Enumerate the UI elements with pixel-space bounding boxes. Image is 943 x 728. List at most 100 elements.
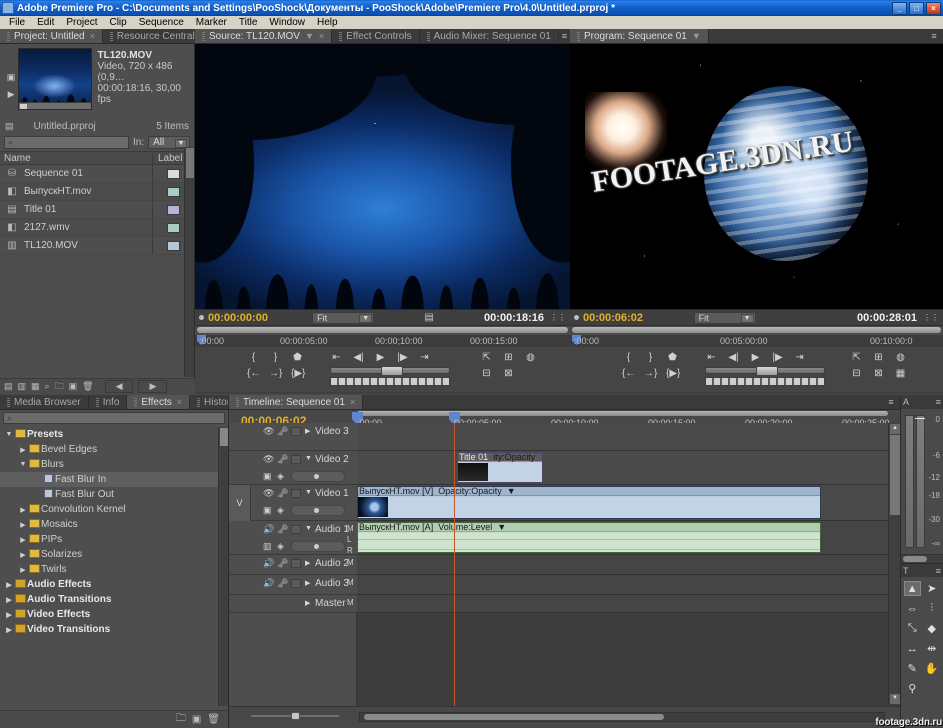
program-video-frame[interactable]: FOOTAGE.3DN.RU (570, 44, 943, 309)
export-frame-icon[interactable]: ⇱ (850, 351, 863, 364)
chevron-down-icon[interactable]: ▼ (497, 523, 506, 532)
tab-media-browser[interactable]: Media Browser (0, 395, 89, 409)
tab-grip-icon[interactable] (339, 31, 343, 41)
effects-search-input[interactable]: ⌕ (3, 412, 225, 424)
panel-menu-icon[interactable]: ≡ (936, 397, 941, 407)
track-clip-area[interactable]: Title 01 ity:Opacity ▼ ВыпускНТ.mov [V] Opac… (357, 423, 888, 706)
disclosure-triangle-icon[interactable]: ▼ (4, 431, 14, 438)
find-icon[interactable]: ⌕ (45, 381, 50, 392)
go-to-previous-edit-icon[interactable]: ⇤ (705, 351, 718, 364)
play-in-to-out-icon[interactable]: {▶} (291, 367, 305, 380)
source-zoom-select[interactable]: Fit ▼ (312, 311, 375, 324)
menu-item-clip[interactable]: Clip (103, 17, 132, 29)
effects-vertical-scrollbar[interactable] (218, 427, 228, 706)
add-keyframe-icon[interactable]: ◈ (277, 471, 284, 482)
tab-grip-icon[interactable] (134, 397, 138, 407)
shuttle-slider[interactable] (330, 366, 450, 376)
audio-meters-scrollbar[interactable] (901, 554, 943, 563)
insert-icon[interactable]: ⇱ (480, 351, 493, 364)
scrollbar-thumb[interactable] (890, 435, 900, 515)
track-header-video-2[interactable]: 👁 🗝 ▼ Video 2 ▣ ◈ (229, 451, 357, 485)
tab-timeline-sequence-01[interactable]: Timeline: Sequence 01 × (229, 395, 364, 409)
new-item-icon[interactable]: ▣ (69, 381, 78, 392)
program-scroll-ruler[interactable] (570, 325, 943, 335)
effects-tree-row[interactable]: ▶ Audio Transitions (0, 592, 218, 607)
tab-grip-icon[interactable] (109, 31, 113, 41)
go-to-next-edit-icon[interactable]: ⇥ (793, 351, 806, 364)
track-lock-box[interactable] (291, 427, 301, 436)
chevron-down-icon[interactable]: ▼ (692, 31, 701, 41)
nav-prev-button[interactable]: ◀ (104, 380, 134, 393)
timeline-vertical-scrollbar[interactable]: ▲ ▼ (888, 423, 900, 706)
effects-tree-row[interactable]: ▶ PIPs (0, 532, 218, 547)
clip-effect-name[interactable]: Opacity:Opacity (438, 487, 502, 496)
chevron-down-icon[interactable]: ▼ (740, 313, 754, 323)
zoom-icon[interactable]: ⚲ (904, 681, 921, 696)
disclosure-triangle-icon[interactable]: ▶ (4, 581, 14, 589)
program-zoom-select[interactable]: Fit ▼ (693, 311, 756, 324)
set-in-icon[interactable]: { (247, 351, 260, 364)
extract-icon[interactable]: ⊠ (872, 367, 885, 380)
source-video-frame[interactable] (195, 44, 570, 309)
track-lock-box[interactable] (291, 579, 301, 588)
disclosure-triangle-icon[interactable]: ▶ (18, 566, 28, 574)
clip-header[interactable]: Title 01 ity:Opacity ▼ (458, 453, 542, 462)
timeline-clip[interactable]: ВыпускНТ.mov [A] Volume:Level ▼ (357, 522, 821, 553)
chevron-down-icon[interactable]: ▼ (540, 453, 542, 462)
disclosure-triangle-icon[interactable]: ▶ (4, 596, 14, 604)
go-to-in-icon[interactable]: {← (247, 367, 260, 380)
project-item-row[interactable]: ◧ 2127.wmv (0, 219, 194, 237)
poster-frame-icon[interactable]: ▣ (7, 72, 16, 83)
go-to-next-marker-icon[interactable]: ⇥ (418, 351, 431, 364)
audio-master-meters-tab[interactable]: A ≡ (901, 395, 943, 409)
close-button[interactable]: × (926, 2, 941, 15)
target-track-indicator[interactable]: V (229, 485, 251, 521)
project-item-row[interactable]: ▥ TL120.MOV (0, 237, 194, 255)
show-keyframes-icon[interactable]: ▥ (263, 541, 272, 552)
add-marker-icon[interactable]: ⬟ (291, 351, 304, 364)
toggle-track-output-icon[interactable]: 👁 (263, 488, 274, 499)
set-in-icon[interactable]: { (622, 351, 635, 364)
play-in-to-out-icon[interactable]: {▶} (666, 367, 680, 380)
tab-effect-controls[interactable]: Effect Controls (332, 29, 420, 43)
scrollbar-thumb[interactable] (364, 714, 664, 720)
menu-item-edit[interactable]: Edit (31, 17, 60, 29)
multicam-icon[interactable]: ▦ (894, 367, 907, 380)
track-header-audio-1[interactable]: 🔊 🗝 ▼ Audio 1 ▥ ◈ M L R (229, 521, 357, 555)
add-marker-icon[interactable]: ⬟ (666, 351, 679, 364)
track-header-master[interactable]: ▶ Master M (229, 595, 357, 613)
track-lane-audio-3[interactable] (357, 575, 888, 595)
slip-icon[interactable]: ↔ (904, 641, 921, 656)
project-item-row[interactable]: ▤ Title 01 (0, 201, 194, 219)
panel-menu-icon[interactable]: ≡ (925, 29, 943, 43)
lift-icon[interactable]: ⊟ (480, 367, 493, 380)
freeform-icon[interactable]: ▦ (31, 381, 40, 392)
icon-view-icon[interactable]: ▥ (18, 381, 27, 392)
effects-tree-row[interactable]: ▶ Audio Effects (0, 577, 218, 592)
toggle-track-lock-icon[interactable]: 🗝 (277, 524, 288, 535)
timeline-horizontal-scrollbar[interactable] (359, 712, 885, 722)
program-current-time[interactable]: 00:00:06:02 (583, 312, 643, 324)
tab-project-untitled[interactable]: Project: Untitled × (0, 29, 103, 43)
set-out-icon[interactable]: } (269, 351, 282, 364)
scroll-up-icon[interactable]: ▲ (890, 424, 900, 434)
track-lane-video-3[interactable] (357, 423, 888, 451)
keyframe-navigator[interactable] (291, 471, 345, 482)
razor-icon[interactable]: ◆ (924, 621, 941, 636)
effects-tree-row[interactable]: Fast Blur Out (0, 487, 218, 502)
step-back-icon[interactable]: ◀| (352, 351, 365, 364)
menu-item-file[interactable]: File (3, 17, 31, 29)
timeline-playhead-line[interactable] (454, 423, 455, 706)
effects-tree-row[interactable]: ▶ Video Effects (0, 607, 218, 622)
source-time-ruler[interactable]: :00:00 00:00:05:00 00:00;10:00 00:00:15:00 (195, 335, 570, 347)
output-mode-icon[interactable]: ◍ (894, 351, 907, 364)
toggle-track-audio-icon[interactable]: 🔊 (263, 524, 274, 535)
toggle-track-lock-icon[interactable]: 🗝 (277, 488, 288, 499)
jog-wheel[interactable] (330, 377, 450, 386)
list-view-icon[interactable]: ▤ (4, 381, 13, 392)
toggle-track-audio-icon[interactable]: 🔊 (263, 558, 274, 569)
thumb-scrub-bar[interactable] (19, 102, 91, 109)
ripple-edit-icon[interactable]: ⇔ (904, 601, 921, 616)
maximize-button[interactable]: □ (909, 2, 924, 15)
disclosure-triangle-icon[interactable]: ▶ (18, 536, 28, 544)
